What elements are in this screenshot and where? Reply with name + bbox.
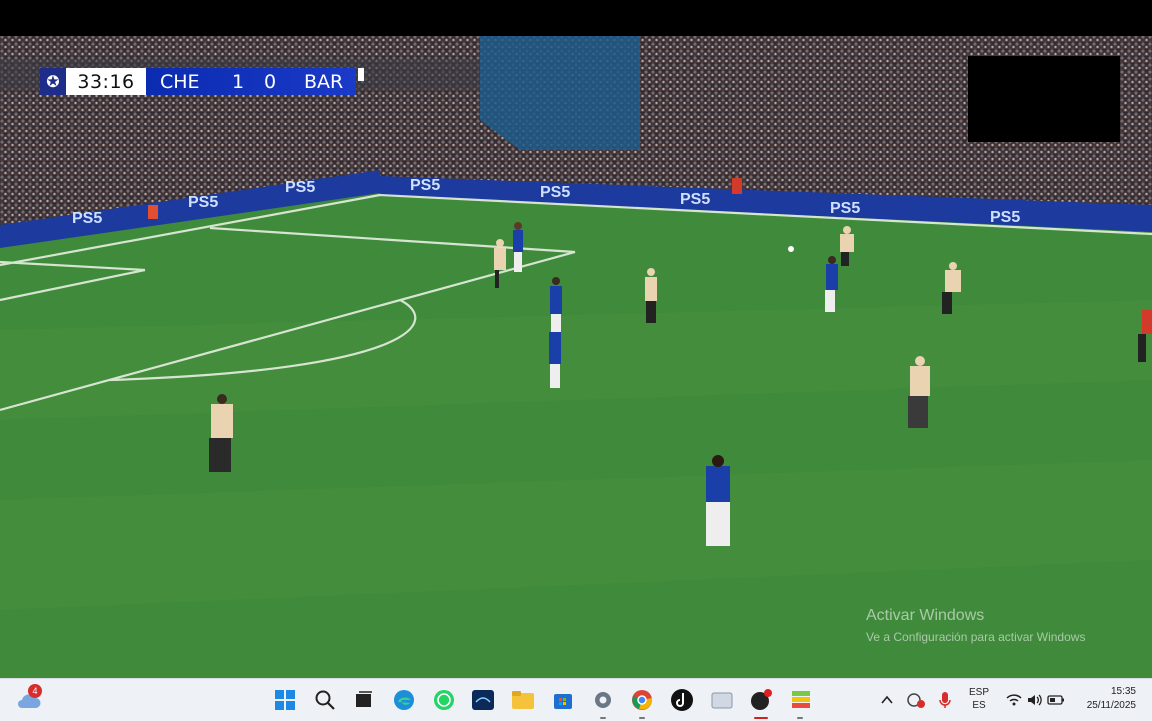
system-clock[interactable]: 15:35 25/11/2025	[1076, 685, 1136, 713]
clock-date: 25/11/2025	[1086, 700, 1136, 711]
notes-icon[interactable]	[709, 687, 735, 713]
active-indicator	[754, 717, 768, 719]
windows-activation-watermark: Activar Windows Ve a Configuración para …	[866, 607, 1085, 644]
ad-board-text: PS5	[990, 209, 1020, 226]
home-score: 1	[231, 70, 245, 93]
notification-badge: 4	[28, 684, 42, 698]
watermark-subtitle: Ve a Configuración para activar Windows	[866, 630, 1086, 644]
champions-league-logo-icon: ✪	[40, 68, 66, 95]
onedrive-error-icon[interactable]	[903, 687, 929, 713]
ad-board-text: PS5	[188, 194, 218, 211]
away-score: 0	[263, 70, 277, 93]
match-clock: 33:16	[66, 68, 146, 95]
file-explorer-icon[interactable]	[510, 687, 536, 713]
running-indicator	[639, 717, 645, 719]
search-icon[interactable]	[312, 687, 338, 713]
disney-plus-icon[interactable]	[470, 687, 496, 713]
language-primary: ESP	[968, 687, 989, 698]
ad-board-text: PS5	[410, 177, 440, 194]
video-player[interactable]: PS5 PS5 PS5 PS5 PS5 PS5 PS5 PS5 ✪ 33:16 …	[0, 0, 1152, 678]
ad-board-text: PS5	[680, 191, 710, 208]
running-indicator	[797, 717, 803, 719]
windows-start-icon[interactable]	[272, 687, 298, 713]
language-secondary: ES	[972, 700, 986, 711]
taskbar: 4 ESP ES 15:35 25/11/2025	[0, 678, 1152, 721]
ad-board-text: PS5	[72, 210, 102, 227]
chrome-icon[interactable]	[629, 687, 655, 713]
scoreboard-marker	[358, 68, 364, 81]
media-player-icon[interactable]	[748, 687, 774, 713]
redacted-overlay	[968, 56, 1120, 142]
bluestacks-icon[interactable]	[788, 687, 814, 713]
settings-icon[interactable]	[590, 687, 616, 713]
microsoft-store-icon[interactable]	[550, 687, 576, 713]
chevron-up-icon[interactable]	[874, 687, 900, 713]
score-panel: CHE 1 0 BAR	[146, 68, 356, 95]
task-view-icon[interactable]	[351, 687, 377, 713]
home-team-label: CHE	[160, 70, 200, 93]
clock-time: 15:35	[1110, 686, 1136, 697]
ad-board-text: PS5	[285, 179, 315, 196]
ad-board-text: PS5	[830, 200, 860, 217]
away-team-label: BAR	[304, 70, 344, 93]
ad-board-text: PS5	[540, 184, 570, 201]
scoreboard: ✪ 33:16 CHE 1 0 BAR	[40, 68, 364, 95]
battery-icon[interactable]	[1043, 687, 1069, 713]
running-indicator	[600, 717, 606, 719]
tiktok-icon[interactable]	[669, 687, 695, 713]
whatsapp-icon[interactable]	[431, 687, 457, 713]
microphone-icon[interactable]	[932, 687, 958, 713]
input-language-indicator[interactable]: ESP ES	[964, 686, 994, 712]
edge-icon[interactable]	[391, 687, 417, 713]
watermark-title: Activar Windows	[866, 607, 985, 624]
